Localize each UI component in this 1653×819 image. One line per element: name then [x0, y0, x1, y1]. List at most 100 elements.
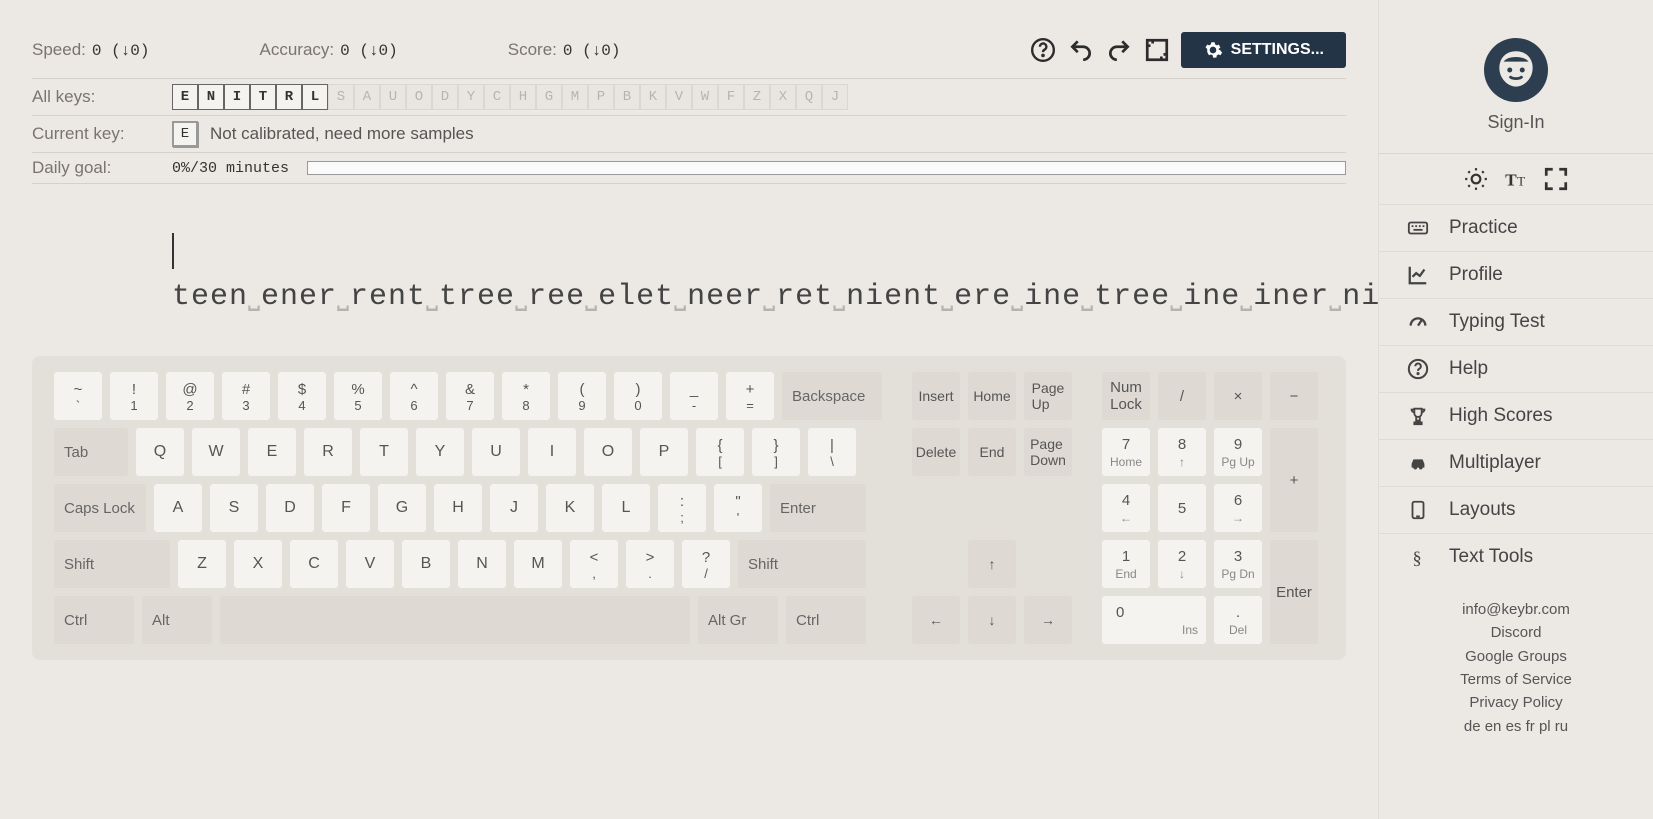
sidebar-item-multiplayer[interactable]: Multiplayer	[1379, 439, 1653, 486]
key-chip-W[interactable]: W	[692, 84, 718, 110]
numpad-key[interactable]: −	[1270, 372, 1318, 420]
key[interactable]: W	[192, 428, 240, 476]
signin-link[interactable]: Sign-In	[1487, 112, 1544, 133]
key-chip-I[interactable]: I	[224, 84, 250, 110]
numpad-key[interactable]: 0Ins	[1102, 596, 1206, 644]
key-chip-K[interactable]: K	[640, 84, 666, 110]
key[interactable]: F	[322, 484, 370, 532]
numpad-key[interactable]: NumLock	[1102, 372, 1150, 420]
key[interactable]: !1	[110, 372, 158, 420]
key[interactable]: Caps Lock	[54, 484, 146, 532]
nav-key[interactable]: PageUp	[1024, 372, 1072, 420]
key-chip-J[interactable]: J	[822, 84, 848, 110]
key-chip-B[interactable]: B	[614, 84, 640, 110]
nav-key[interactable]: PageDown	[1024, 428, 1072, 476]
key-chip-X[interactable]: X	[770, 84, 796, 110]
key[interactable]: ^6	[390, 372, 438, 420]
key[interactable]	[220, 596, 690, 644]
footer-link[interactable]: Privacy Policy	[1460, 691, 1572, 714]
key[interactable]: L	[602, 484, 650, 532]
key[interactable]: Backspace	[782, 372, 882, 420]
key[interactable]: K	[546, 484, 594, 532]
key[interactable]: Ctrl	[54, 596, 134, 644]
numpad-key[interactable]: 6→	[1214, 484, 1262, 532]
key[interactable]: S	[210, 484, 258, 532]
key[interactable]: #3	[222, 372, 270, 420]
key-chip-Y[interactable]: Y	[458, 84, 484, 110]
key[interactable]: ?/	[682, 540, 730, 588]
numpad-key[interactable]: 4←	[1102, 484, 1150, 532]
key-chip-V[interactable]: V	[666, 84, 692, 110]
key[interactable]: Q	[136, 428, 184, 476]
numpad-key[interactable]: Enter	[1270, 540, 1318, 644]
arrow-key[interactable]: ↓	[968, 596, 1016, 644]
lang-link[interactable]: es	[1506, 718, 1522, 735]
settings-button[interactable]: SETTINGS...	[1181, 32, 1346, 68]
key-chip-E[interactable]: E	[172, 84, 198, 110]
key[interactable]: U	[472, 428, 520, 476]
undo-icon[interactable]	[1067, 36, 1095, 64]
numpad-key[interactable]: ×	[1214, 372, 1262, 420]
key[interactable]: Shift	[54, 540, 170, 588]
footer-link[interactable]: Google Groups	[1460, 645, 1572, 668]
key-chip-N[interactable]: N	[198, 84, 224, 110]
key-chip-A[interactable]: A	[354, 84, 380, 110]
key[interactable]: R	[304, 428, 352, 476]
key[interactable]: Y	[416, 428, 464, 476]
sidebar-item-profile[interactable]: Profile	[1379, 251, 1653, 298]
key[interactable]: Enter	[770, 484, 866, 532]
key[interactable]: O	[584, 428, 632, 476]
nav-key[interactable]: Insert	[912, 372, 960, 420]
sidebar-item-typing-test[interactable]: Typing Test	[1379, 298, 1653, 345]
key-chip-S[interactable]: S	[328, 84, 354, 110]
key[interactable]: *8	[502, 372, 550, 420]
key[interactable]: +=	[726, 372, 774, 420]
lang-link[interactable]: en	[1485, 718, 1502, 735]
key[interactable]: >.	[626, 540, 674, 588]
key[interactable]: (9	[558, 372, 606, 420]
sidebar-item-help[interactable]: Help	[1379, 345, 1653, 392]
numpad-key[interactable]: +	[1270, 428, 1318, 532]
key[interactable]: }]	[752, 428, 800, 476]
key[interactable]: :;	[658, 484, 706, 532]
numpad-key[interactable]: 8↑	[1158, 428, 1206, 476]
key[interactable]: &7	[446, 372, 494, 420]
key-chip-P[interactable]: P	[588, 84, 614, 110]
key-chip-F[interactable]: F	[718, 84, 744, 110]
arrow-key[interactable]: ↑	[968, 540, 1016, 588]
lang-link[interactable]: fr	[1526, 718, 1535, 735]
key[interactable]: ~`	[54, 372, 102, 420]
theme-icon[interactable]	[1463, 166, 1489, 192]
numpad-key[interactable]: 1End	[1102, 540, 1150, 588]
key-chip-T[interactable]: T	[250, 84, 276, 110]
key[interactable]: _-	[670, 372, 718, 420]
sidebar-item-practice[interactable]: Practice	[1379, 204, 1653, 251]
numpad-key[interactable]: 7Home	[1102, 428, 1150, 476]
key[interactable]: Tab	[54, 428, 128, 476]
key[interactable]: T	[360, 428, 408, 476]
key[interactable]: A	[154, 484, 202, 532]
key[interactable]: N	[458, 540, 506, 588]
arrow-key[interactable]: ←	[912, 596, 960, 644]
key-chip-G[interactable]: G	[536, 84, 562, 110]
key-chip-D[interactable]: D	[432, 84, 458, 110]
nav-key[interactable]: Home	[968, 372, 1016, 420]
lang-link[interactable]: pl	[1539, 718, 1551, 735]
key[interactable]: Alt Gr	[698, 596, 778, 644]
key[interactable]: X	[234, 540, 282, 588]
key-chip-H[interactable]: H	[510, 84, 536, 110]
fullscreen-icon[interactable]	[1143, 36, 1171, 64]
key-chip-R[interactable]: R	[276, 84, 302, 110]
key-chip-L[interactable]: L	[302, 84, 328, 110]
key-chip-M[interactable]: M	[562, 84, 588, 110]
key[interactable]: Z	[178, 540, 226, 588]
key-chip-Z[interactable]: Z	[744, 84, 770, 110]
key[interactable]: @2	[166, 372, 214, 420]
key[interactable]: C	[290, 540, 338, 588]
numpad-key[interactable]: 2↓	[1158, 540, 1206, 588]
key[interactable]: B	[402, 540, 450, 588]
redo-icon[interactable]	[1105, 36, 1133, 64]
lang-link[interactable]: ru	[1555, 718, 1568, 735]
numpad-key[interactable]: .Del	[1214, 596, 1262, 644]
key[interactable]: J	[490, 484, 538, 532]
